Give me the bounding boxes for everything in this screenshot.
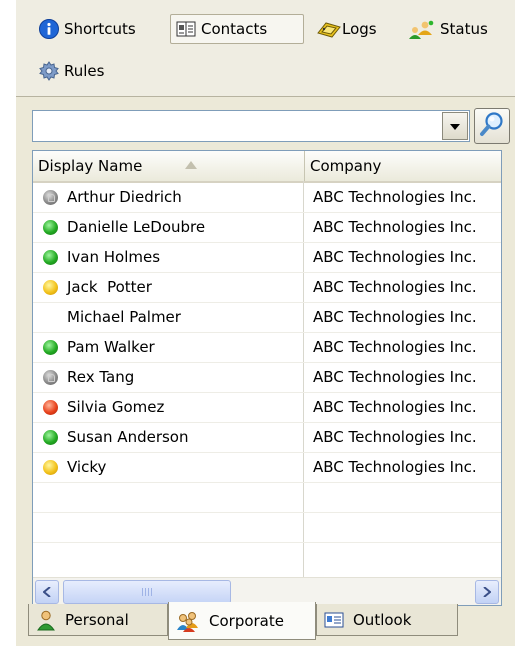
list-rows: Arthur Diedrich ABC Technologies Inc. Da…: [33, 183, 501, 543]
contact-company: ABC Technologies Inc.: [313, 428, 477, 446]
info-icon: [38, 18, 60, 40]
scroll-left-button[interactable]: [35, 580, 59, 604]
empty-row: [33, 513, 501, 543]
contact-name: Silvia Gomez: [67, 398, 165, 416]
contact-company: ABC Technologies Inc.: [313, 188, 477, 206]
contact-company: ABC Technologies Inc.: [313, 308, 477, 326]
bottom-tab-strip: Personal Corporate Outlook: [28, 602, 508, 642]
column-header-display-name[interactable]: Display Name: [33, 151, 305, 181]
contact-name: Danielle LeDoubre: [67, 218, 206, 236]
sort-ascending-icon: [185, 161, 197, 169]
contact-name: Jack Potter: [67, 278, 152, 296]
search-combobox[interactable]: [32, 110, 470, 142]
grip-icon: [142, 588, 152, 596]
table-row[interactable]: Arthur Diedrich ABC Technologies Inc.: [33, 183, 501, 213]
tab-contacts-label: Contacts: [201, 20, 268, 38]
tab-rules-label: Rules: [64, 62, 105, 80]
tab-corporate-label: Corporate: [209, 611, 284, 630]
table-row[interactable]: Danielle LeDoubre ABC Technologies Inc.: [33, 213, 501, 243]
table-row[interactable]: Rex Tang ABC Technologies Inc.: [33, 363, 501, 393]
contact-name: Ivan Holmes: [67, 248, 161, 266]
scrollbar-thumb[interactable]: [63, 580, 231, 604]
contact-company: ABC Technologies Inc.: [313, 248, 477, 266]
tab-personal-label: Personal: [65, 610, 129, 629]
tab-logs-label: Logs: [342, 20, 377, 38]
users-status-icon: [406, 18, 436, 40]
table-row[interactable]: Pam Walker ABC Technologies Inc.: [33, 333, 501, 363]
column-header-label: Company: [310, 157, 382, 175]
phone-log-icon: [316, 18, 341, 40]
top-toolbar: Shortcuts Contacts Logs Status Rules: [16, 0, 515, 97]
contact-name: Rex Tang: [67, 368, 135, 386]
search-row: [32, 108, 510, 146]
chevron-down-icon: [450, 117, 460, 135]
contact-company: ABC Technologies Inc.: [313, 368, 477, 386]
table-row[interactable]: Vicky ABC Technologies Inc.: [33, 453, 501, 483]
chevron-right-icon: [483, 583, 492, 601]
tab-shortcuts-label: Shortcuts: [64, 20, 136, 38]
contact-name: Vicky: [67, 458, 107, 476]
contact-company: ABC Technologies Inc.: [313, 458, 477, 476]
contacts-panel: Shortcuts Contacts Logs Status Rules Dis…: [16, 0, 515, 646]
contact-name: Susan Anderson: [67, 428, 189, 446]
tab-rules[interactable]: Rules: [34, 56, 108, 86]
empty-row: [33, 483, 501, 513]
contact-company: ABC Technologies Inc.: [313, 278, 477, 296]
table-row[interactable]: Silvia Gomez ABC Technologies Inc.: [33, 393, 501, 423]
tab-corporate[interactable]: Corporate: [168, 602, 316, 640]
tab-status[interactable]: Status: [402, 14, 492, 44]
contact-name: Arthur Diedrich: [67, 188, 182, 206]
tab-logs[interactable]: Logs: [312, 14, 381, 44]
list-header: Display Name Company: [33, 151, 501, 183]
address-book-icon: [175, 18, 197, 40]
outlook-card-icon: [323, 609, 345, 631]
table-row[interactable]: Susan Anderson ABC Technologies Inc.: [33, 423, 501, 453]
contact-company: ABC Technologies Inc.: [313, 398, 477, 416]
column-header-label: Display Name: [38, 157, 143, 175]
search-button[interactable]: [474, 108, 510, 144]
tab-outlook[interactable]: Outlook: [316, 604, 458, 636]
chevron-left-icon: [42, 583, 51, 601]
table-row[interactable]: Ivan Holmes ABC Technologies Inc.: [33, 243, 501, 273]
contact-name: Pam Walker: [67, 338, 155, 356]
gear-rules-icon: [38, 60, 60, 82]
tab-personal[interactable]: Personal: [28, 604, 168, 636]
table-row[interactable]: Michael Palmer ABC Technologies Inc.: [33, 303, 501, 333]
contact-company: ABC Technologies Inc.: [313, 338, 477, 356]
tab-outlook-label: Outlook: [353, 610, 412, 629]
tab-contacts[interactable]: Contacts: [170, 14, 304, 44]
scroll-right-button[interactable]: [475, 580, 499, 604]
contacts-list[interactable]: Display Name Company Arthur Diedrich ABC…: [32, 150, 502, 606]
table-row[interactable]: Jack Potter ABC Technologies Inc.: [33, 273, 501, 303]
search-dropdown-button[interactable]: [442, 112, 468, 140]
contact-company: ABC Technologies Inc.: [313, 218, 477, 236]
group-icon: [175, 610, 201, 632]
column-header-company[interactable]: Company: [305, 151, 501, 181]
tab-shortcuts[interactable]: Shortcuts: [34, 14, 140, 44]
tab-status-label: Status: [440, 20, 488, 38]
search-input[interactable]: [36, 113, 440, 139]
magnifier-icon: [478, 110, 506, 142]
contact-name: Michael Palmer: [67, 308, 181, 326]
person-icon: [35, 609, 57, 631]
